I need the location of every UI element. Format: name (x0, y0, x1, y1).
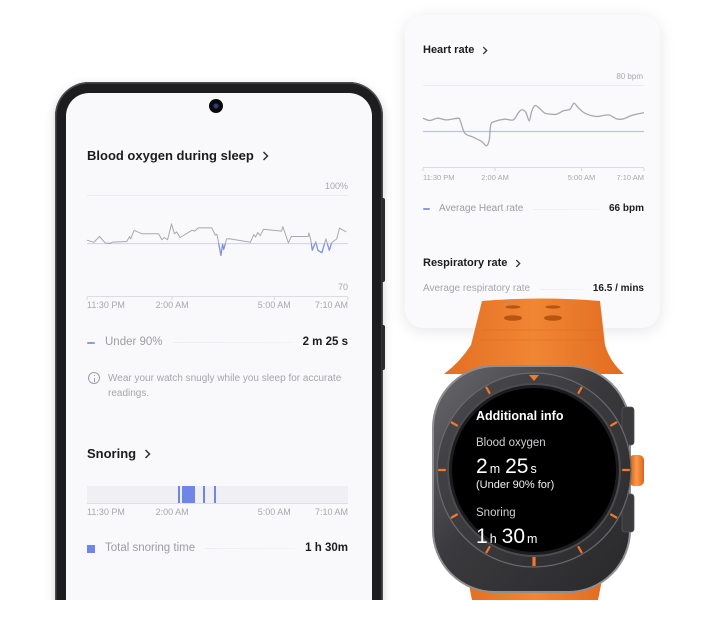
watch-blood-oxygen-note: (Under 90% for) (476, 479, 555, 491)
hr-y-max-label: 80 bpm (616, 72, 643, 81)
heart-rate-chart (422, 85, 645, 171)
legend-label: Total snoring time (105, 542, 196, 554)
spo2-legend-row: Under 90% 2 m 25 s (87, 336, 348, 349)
leader-line (172, 342, 293, 344)
watch-strap-top (444, 298, 624, 374)
spo2-line (86, 223, 347, 256)
spo2-y-min-label: 70 (337, 282, 348, 292)
value-unit: s (530, 462, 537, 476)
legend-dash-icon (423, 208, 430, 210)
legend-square-icon (87, 544, 95, 553)
spo2-y-max-label: 100% (324, 181, 348, 191)
watch-blood-oxygen-value: 2 m 25 s (476, 456, 542, 477)
value-number: 30 (501, 525, 525, 548)
snoring-chart (87, 486, 348, 504)
phone-volume-button (382, 198, 385, 282)
hr-x-axis-labels: 11:30 PM 2:00 AM 5:00 AM 7:10 AM (423, 174, 644, 186)
leader-line (533, 208, 599, 210)
value-unit: h (489, 532, 497, 546)
value-number: 2 (476, 455, 488, 478)
x-tick-label: 11:30 PM (87, 300, 125, 310)
health-summary-card (405, 15, 660, 328)
x-tick-label: 2:00 AM (481, 173, 509, 182)
snoring-x-axis-labels: 11:30 PM 2:00 AM 5:00 AM 7:10 AM (87, 508, 348, 520)
leader-line (205, 548, 296, 550)
chevron-right-icon (145, 448, 151, 459)
respiratory-rate-section-link[interactable]: Respiratory rate (423, 258, 521, 269)
info-text: Wear your watch snugly while you sleep f… (108, 373, 342, 399)
x-tick-label: 7:10 AM (314, 507, 348, 517)
value-number: 25 (505, 455, 529, 478)
legend-label: Under 90% (105, 336, 163, 348)
blood-oxygen-section-link[interactable]: Blood oxygen during sleep (87, 149, 269, 162)
watch-blood-oxygen-label: Blood oxygen (476, 437, 546, 449)
x-tick-label: 11:30 PM (423, 173, 455, 182)
x-tick-label: 2:00 AM (155, 300, 189, 310)
heart-rate-title: Heart rate (423, 44, 475, 56)
hr-legend-row: Average Heart rate 66 bpm (423, 204, 644, 214)
x-tick-label: 7:10 AM (616, 173, 644, 182)
chevron-right-icon (483, 46, 488, 55)
legend-value: 66 bpm (608, 203, 644, 214)
chevron-right-icon (516, 259, 521, 268)
legend-dash-icon (87, 341, 95, 344)
snoring-bar (202, 486, 205, 503)
snoring-legend-row: Total snoring time 1 h 30m (87, 542, 348, 555)
phone-power-button (382, 325, 385, 370)
watch-snoring-label: Snoring (476, 507, 516, 519)
front-camera-icon (209, 99, 223, 113)
chevron-right-icon (262, 150, 269, 161)
value-unit: m (489, 462, 501, 476)
x-tick-label: 2:00 AM (155, 507, 189, 517)
heart-rate-line (422, 102, 645, 147)
x-tick-label: 5:00 AM (257, 507, 291, 517)
snoring-bar (181, 486, 196, 503)
blood-oxygen-chart (86, 195, 349, 300)
legend-label: Average Heart rate (439, 203, 524, 214)
spo2-x-axis-labels: 11:30 PM 2:00 AM 5:00 AM 7:10 AM (87, 301, 348, 313)
x-tick-label: 5:00 AM (257, 300, 291, 310)
heart-rate-section-link[interactable]: Heart rate (423, 45, 488, 56)
respiratory-rate-title: Respiratory rate (423, 257, 508, 269)
watch-title: Additional info (476, 409, 564, 423)
x-tick-label: 5:00 AM (567, 173, 596, 182)
bezel-marker (532, 557, 536, 566)
scene: Blood oxygen during sleep 100% 70 11:30 … (0, 0, 720, 600)
spo2-info-note: Wear your watch snugly while you sleep f… (88, 371, 350, 401)
snoring-bar (213, 486, 216, 503)
spo2-below-threshold-line (106, 243, 332, 257)
snoring-bar (177, 486, 180, 503)
value-number: 1 (476, 525, 488, 548)
snoring-title: Snoring (87, 446, 137, 461)
info-icon (88, 372, 100, 384)
value-unit: m (527, 532, 538, 546)
snoring-section-link[interactable]: Snoring (87, 447, 151, 460)
x-tick-label: 11:30 PM (87, 507, 125, 517)
legend-value: 2 m 25 s (302, 336, 348, 348)
blood-oxygen-title: Blood oxygen during sleep (87, 148, 254, 163)
legend-value: 1 h 30m (305, 542, 348, 554)
x-tick-label: 7:10 AM (314, 300, 348, 310)
watch-snoring-value: 1 h 30 m (476, 526, 542, 547)
